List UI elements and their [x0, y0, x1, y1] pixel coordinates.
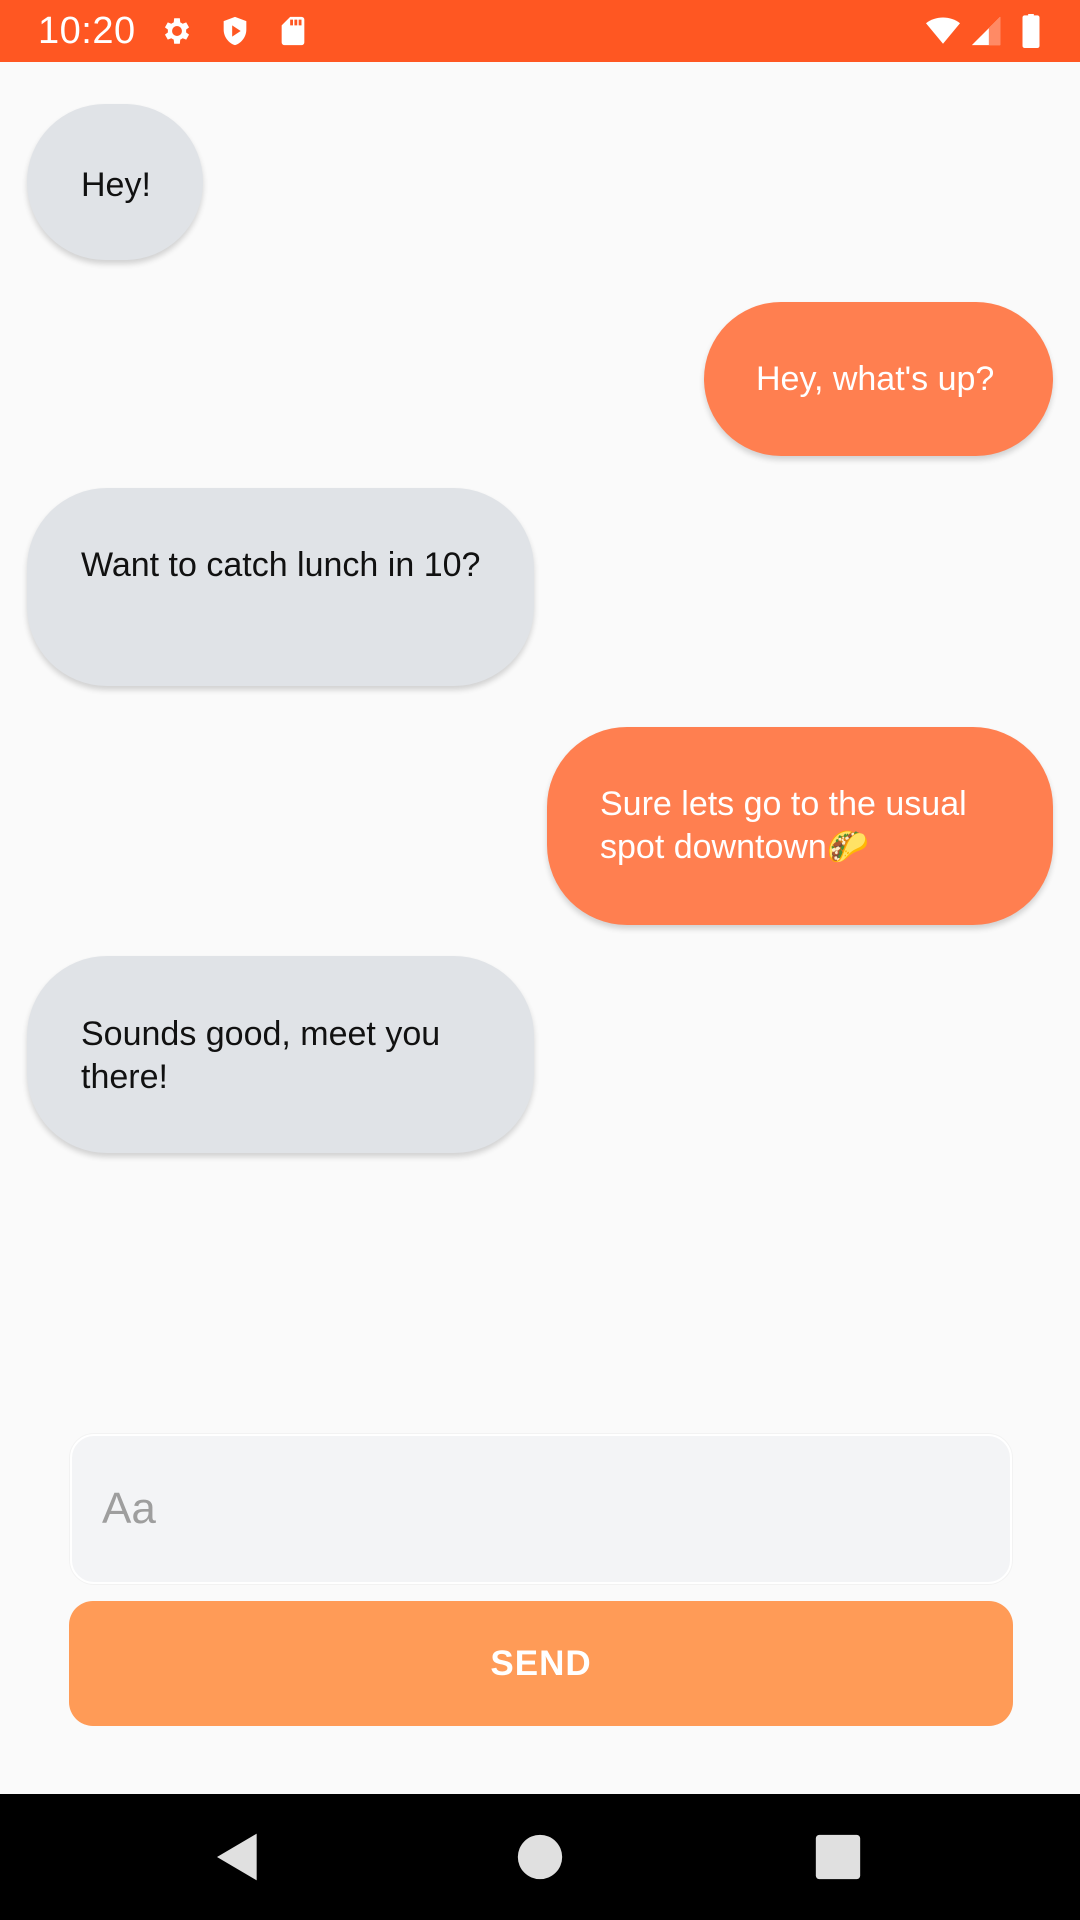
- send-button[interactable]: SEND: [69, 1601, 1013, 1726]
- status-bar: 10:20: [0, 0, 1080, 62]
- home-icon[interactable]: [512, 1829, 568, 1885]
- battery-icon: [1016, 14, 1046, 48]
- recents-icon[interactable]: [810, 1829, 866, 1885]
- outgoing-message-bubble: Hey, what's up?: [704, 302, 1053, 456]
- status-time: 10:20: [38, 10, 136, 52]
- message-text: Sounds good, meet you there!: [81, 1015, 441, 1096]
- sd-card-icon: [276, 14, 310, 48]
- incoming-message-bubble: Hey!: [27, 104, 203, 260]
- cell-signal-icon: [968, 14, 1004, 48]
- wifi-icon: [922, 14, 964, 48]
- message-input[interactable]: [70, 1434, 1012, 1584]
- incoming-message-bubble: Want to catch lunch in 10?: [27, 488, 534, 686]
- message-text: Sure lets go to the usual spot downtown🌮: [600, 785, 967, 866]
- message-text: Hey, what's up?: [756, 360, 995, 398]
- back-icon[interactable]: [210, 1829, 266, 1885]
- message-text: Hey!: [81, 166, 151, 204]
- incoming-message-bubble: Sounds good, meet you there!: [27, 956, 534, 1153]
- settings-icon: [160, 14, 194, 48]
- outgoing-message-bubble: Sure lets go to the usual spot downtown🌮: [547, 727, 1053, 925]
- message-text: Want to catch lunch in 10?: [81, 546, 481, 584]
- navigation-bar: [0, 1794, 1080, 1920]
- shield-icon: [218, 14, 252, 48]
